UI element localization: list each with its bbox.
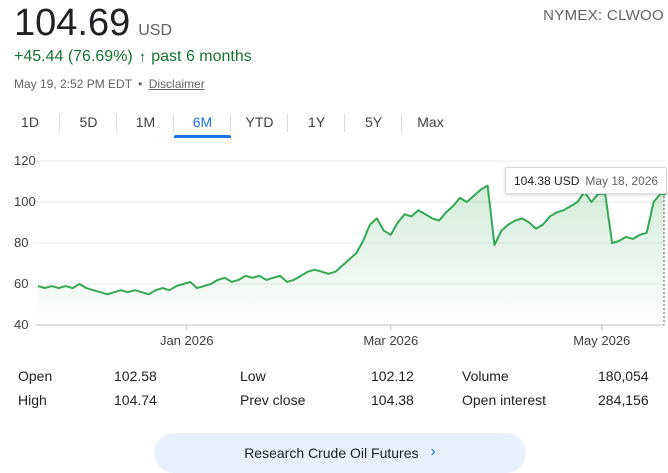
x-tick-label: Mar 2026 <box>363 333 418 348</box>
stat-label: High <box>18 392 47 408</box>
research-futures-button[interactable]: Research Crude Oil Futures › <box>154 433 526 473</box>
range-tab-label: 5Y <box>364 114 383 130</box>
y-tick-label: 40 <box>14 317 28 332</box>
hover-tooltip: 104.38 USD May 18, 2026 <box>505 167 668 194</box>
tooltip-value: 104.38 USD <box>514 173 580 188</box>
change-period: past 6 months <box>151 48 252 65</box>
range-tab-label: 5D <box>79 114 98 130</box>
range-tab-label: Max <box>417 114 444 130</box>
stat-label: Prev close <box>240 392 306 408</box>
range-tab-1d[interactable]: 1D <box>0 110 60 140</box>
range-tab-label: 6M <box>192 114 213 130</box>
arrow-up-icon: ↑ <box>138 48 147 66</box>
range-tab-1y[interactable]: 1Y <box>288 110 345 140</box>
price-change: +45.44 (76.69%) ↑ past 6 months <box>14 48 252 66</box>
stat-value: 104.38 <box>371 392 414 408</box>
stat-value: 104.74 <box>114 392 157 408</box>
separator-dot: • <box>138 77 143 91</box>
range-tab-ytd[interactable]: YTD <box>231 110 288 140</box>
y-tick-label: 100 <box>14 194 36 209</box>
ticker-symbol: NYMEX: CLWOO <box>543 7 664 24</box>
range-tab-label: 1D <box>21 114 39 130</box>
stat-value: 284,156 <box>598 392 649 408</box>
range-tabs: 1D 5D 1M 6M YTD 1Y 5Y Max <box>0 110 459 140</box>
tooltip-date: May 18, 2026 <box>585 173 659 188</box>
range-tab-6m[interactable]: 6M <box>174 110 231 140</box>
current-price: 104.69 <box>14 2 131 44</box>
range-tab-max[interactable]: Max <box>402 110 459 140</box>
x-tick-label: Jan 2026 <box>160 333 214 348</box>
stats-row: Open 102.58 Low 102.12 Volume 180,054 <box>18 368 650 392</box>
y-tick-label: 80 <box>14 235 28 250</box>
timestamp-row: May 19, 2:52 PM EDT • Disclaimer <box>14 77 205 91</box>
stats-row: High 104.74 Prev close 104.38 Open inter… <box>18 392 650 416</box>
range-tab-5y[interactable]: 5Y <box>345 110 402 140</box>
timestamp: May 19, 2:52 PM EDT <box>14 77 132 91</box>
range-tab-5d[interactable]: 5D <box>60 110 117 140</box>
research-button-label: Research Crude Oil Futures <box>244 445 419 461</box>
disclaimer-link[interactable]: Disclaimer <box>149 77 205 91</box>
stat-value: 180,054 <box>598 368 649 384</box>
stat-label: Open <box>18 368 53 384</box>
y-tick-label: 60 <box>14 276 28 291</box>
change-value: +45.44 (76.69%) <box>14 48 133 65</box>
x-tick-label: May 2026 <box>573 333 630 348</box>
range-tab-1m[interactable]: 1M <box>117 110 174 140</box>
y-tick-label: 120 <box>14 153 36 168</box>
currency-label: USD <box>138 22 173 39</box>
range-tab-label: 1Y <box>307 114 326 130</box>
stat-value: 102.12 <box>371 368 414 384</box>
stats-table: Open 102.58 Low 102.12 Volume 180,054 Hi… <box>18 368 650 416</box>
stat-value: 102.58 <box>114 368 157 384</box>
stat-label: Volume <box>462 368 509 384</box>
price-header: 104.69 USD <box>14 2 172 44</box>
range-tab-label: 1M <box>135 114 156 130</box>
stat-label: Open interest <box>462 392 547 408</box>
stat-label: Low <box>240 368 266 384</box>
range-tab-label: YTD <box>245 114 274 130</box>
